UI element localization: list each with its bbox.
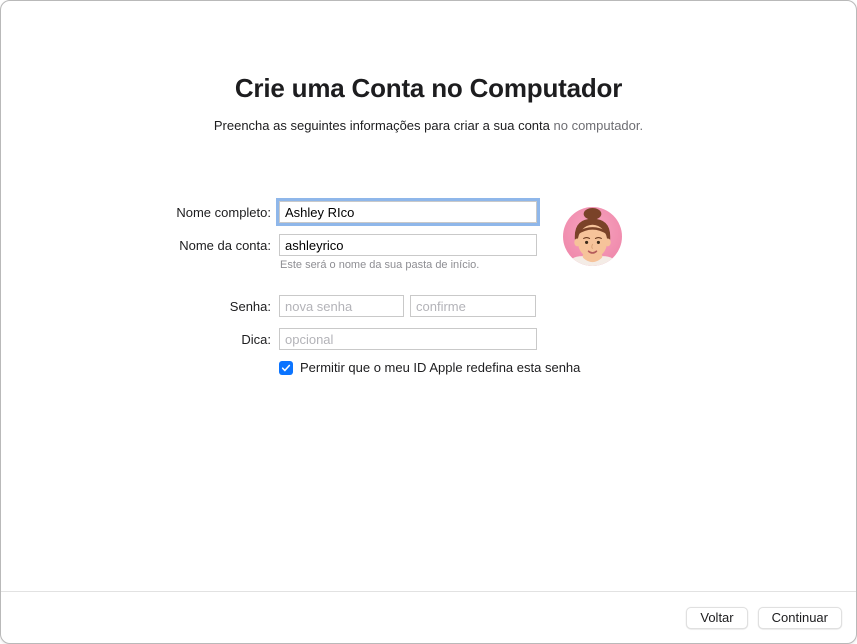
allow-reset-label: Permitir que o meu ID Apple redefina est… bbox=[300, 360, 580, 375]
header: Crie uma Conta no Computador Preencha as… bbox=[1, 73, 856, 133]
allow-reset-checkbox[interactable] bbox=[279, 361, 293, 375]
password-new-input[interactable] bbox=[279, 295, 404, 317]
form: Nome completo: Nome da conta: Este será … bbox=[1, 199, 856, 375]
row-full-name: Nome completo: bbox=[1, 199, 856, 225]
row-hint: Dica: bbox=[1, 326, 856, 352]
account-name-input[interactable] bbox=[279, 234, 537, 256]
label-account-name: Nome da conta: bbox=[1, 238, 279, 253]
subtitle-main: Preencha as seguintes informações para c… bbox=[214, 118, 554, 133]
row-allow-reset: Permitir que o meu ID Apple redefina est… bbox=[1, 360, 856, 375]
row-account-name: Nome da conta: bbox=[1, 232, 856, 258]
page-subtitle: Preencha as seguintes informações para c… bbox=[1, 118, 856, 133]
subtitle-muted: no computador. bbox=[554, 118, 644, 133]
page-title: Crie uma Conta no Computador bbox=[1, 73, 856, 104]
setup-window: Crie uma Conta no Computador Preencha as… bbox=[0, 0, 857, 644]
check-icon bbox=[281, 363, 291, 373]
password-confirm-input[interactable] bbox=[410, 295, 536, 317]
continue-button[interactable]: Continuar bbox=[758, 607, 842, 629]
avatar-image bbox=[563, 207, 622, 266]
label-full-name: Nome completo: bbox=[1, 205, 279, 220]
back-button[interactable]: Voltar bbox=[686, 607, 747, 629]
footer: Voltar Continuar bbox=[1, 591, 856, 643]
full-name-input[interactable] bbox=[279, 201, 537, 223]
row-account-helper: Este será o nome da sua pasta de início. bbox=[1, 258, 856, 271]
row-password: Senha: bbox=[1, 293, 856, 319]
hint-input[interactable] bbox=[279, 328, 537, 350]
avatar[interactable] bbox=[563, 207, 622, 266]
label-password: Senha: bbox=[1, 299, 279, 314]
label-hint: Dica: bbox=[1, 332, 279, 347]
account-name-helper: Este será o nome da sua pasta de início. bbox=[279, 258, 479, 271]
